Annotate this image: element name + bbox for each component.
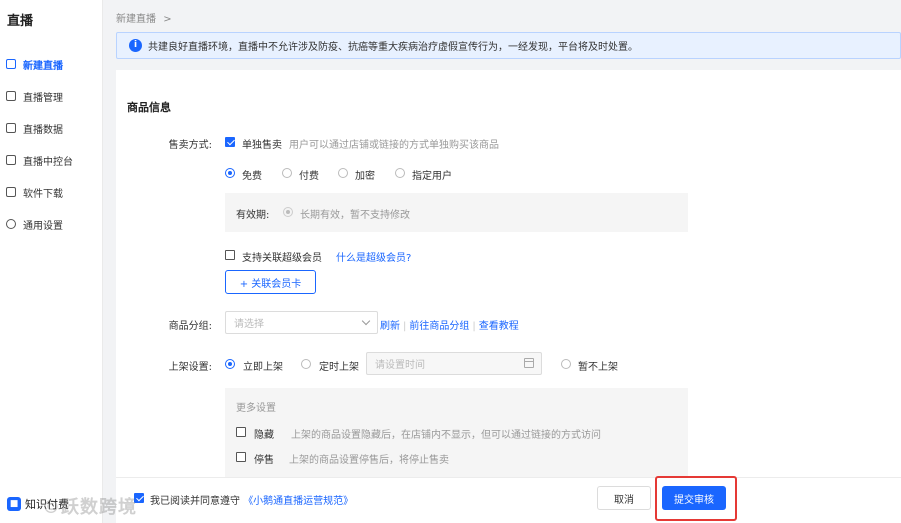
- monitor-icon: [6, 155, 16, 165]
- agree-label: 我已阅读并同意遵守: [150, 496, 240, 507]
- tutorial-link[interactable]: 查看教程: [479, 321, 519, 332]
- breadcrumb-separator: >: [163, 14, 172, 25]
- shelf-label-scheduled: 定时上架: [319, 362, 359, 373]
- sidebar-item-live-data[interactable]: 直播数据: [6, 118, 63, 138]
- validity-box: [225, 193, 688, 232]
- sidebar-item-label: 新建直播: [23, 60, 63, 72]
- sidebar-item-label: 直播数据: [23, 124, 63, 136]
- sidebar: 直播 新建直播 直播管理 直播数据 直播中控台 软件下载 通用设置 ■ 知识付费: [0, 0, 103, 523]
- agree-text: 我已阅读并同意遵守 《小鹅通直播运营规范》: [150, 492, 353, 507]
- shelf-label-now: 立即上架: [243, 362, 283, 373]
- highlight-box: [655, 476, 737, 521]
- link-member-card-button[interactable]: + 关联会员卡: [225, 270, 316, 294]
- sidebar-item-label: 软件下载: [23, 188, 63, 200]
- more-settings-title: 更多设置: [236, 403, 276, 414]
- gear-icon: [6, 219, 16, 229]
- schedule-time-placeholder: 请设置时间: [375, 360, 425, 371]
- shelf-radio-now[interactable]: [225, 359, 235, 369]
- sidebar-item-live-console[interactable]: 直播中控台: [6, 150, 73, 170]
- stop-sale-checkbox[interactable]: [236, 452, 246, 462]
- breadcrumb: 新建直播 >: [116, 10, 172, 25]
- shelf-label: 上架设置:: [168, 362, 212, 373]
- group-select[interactable]: 请选择: [225, 311, 378, 334]
- pricing-label-free: 免费: [242, 171, 262, 182]
- stop-sale-label: 停售: [254, 455, 274, 466]
- list-icon: [6, 91, 16, 101]
- chevron-down-icon: [361, 316, 371, 326]
- shelf-radio-later[interactable]: [561, 359, 571, 369]
- super-member-label: 支持关联超级会员: [242, 253, 322, 264]
- app-logo-icon: ■: [7, 497, 21, 511]
- sale-method-label: 售卖方式:: [168, 140, 212, 151]
- single-sale-label: 单独售卖: [242, 140, 282, 151]
- notice-banner: i 共建良好直播环境，直播中不允许涉及防疫、抗癌等重大疾病治疗虚假宣传行为，一经…: [116, 32, 901, 59]
- section-title: 商品信息: [127, 101, 171, 114]
- pricing-radio-encrypted[interactable]: [338, 168, 348, 178]
- hide-checkbox[interactable]: [236, 427, 246, 437]
- super-member-help-link[interactable]: 什么是超级会员?: [336, 249, 411, 264]
- app-root: 直播 新建直播 直播管理 直播数据 直播中控台 软件下载 通用设置 ■ 知识付费: [0, 0, 901, 523]
- watermark: ©跃数跨境: [42, 497, 137, 518]
- breadcrumb-current[interactable]: 新建直播: [116, 14, 156, 25]
- notice-text: 共建良好直播环境，直播中不允许涉及防疫、抗癌等重大疾病治疗虚假宣传行为，一经发现…: [148, 42, 638, 53]
- shelf-label-later: 暂不上架: [578, 362, 618, 373]
- sidebar-item-label: 通用设置: [23, 220, 63, 232]
- download-icon: [6, 187, 16, 197]
- calendar-icon: [524, 358, 534, 368]
- cancel-button[interactable]: 取消: [597, 486, 651, 510]
- group-label: 商品分组:: [168, 321, 212, 332]
- schedule-time-input[interactable]: 请设置时间: [366, 352, 542, 375]
- pricing-radio-paid[interactable]: [282, 168, 292, 178]
- sidebar-item-download[interactable]: 软件下载: [6, 182, 63, 202]
- pricing-label-encrypted: 加密: [355, 171, 375, 182]
- sidebar-item-label: 直播中控台: [23, 156, 73, 168]
- pricing-radio-specified[interactable]: [395, 168, 405, 178]
- info-icon: i: [129, 39, 142, 52]
- validity-radio: [283, 207, 293, 217]
- data-icon: [6, 123, 16, 133]
- sidebar-title: 直播: [7, 14, 34, 29]
- validity-value: 长期有效，暂不支持修改: [300, 210, 410, 221]
- sidebar-item-label: 直播管理: [23, 92, 63, 104]
- live-add-icon: [6, 59, 16, 69]
- super-member-checkbox[interactable]: [225, 250, 235, 260]
- hide-desc: 上架的商品设置隐藏后，在店铺内不显示，但可以通过链接的方式访问: [291, 430, 601, 441]
- agreement-link[interactable]: 《小鹅通直播运营规范》: [243, 496, 353, 507]
- single-sale-desc: 用户可以通过店铺或链接的方式单独购买该商品: [289, 140, 499, 151]
- group-select-placeholder: 请选择: [234, 319, 264, 330]
- shelf-radio-scheduled[interactable]: [301, 359, 311, 369]
- sidebar-item-settings[interactable]: 通用设置: [6, 214, 63, 234]
- pricing-radio-free[interactable]: [225, 168, 235, 178]
- hide-label: 隐藏: [254, 430, 274, 441]
- sidebar-item-new-live[interactable]: 新建直播: [6, 54, 63, 74]
- group-links: 刷新 | 前往商品分组 | 查看教程: [380, 321, 519, 332]
- sidebar-item-live-manage[interactable]: 直播管理: [6, 86, 63, 106]
- pricing-label-paid: 付费: [299, 171, 319, 182]
- pricing-label-specified: 指定用户: [412, 171, 452, 182]
- refresh-link[interactable]: 刷新: [380, 321, 400, 332]
- stop-sale-desc: 上架的商品设置停售后，将停止售卖: [289, 455, 449, 466]
- goto-group-link[interactable]: 前往商品分组: [409, 321, 469, 332]
- validity-label: 有效期:: [236, 210, 270, 221]
- single-sale-checkbox[interactable]: [225, 137, 235, 147]
